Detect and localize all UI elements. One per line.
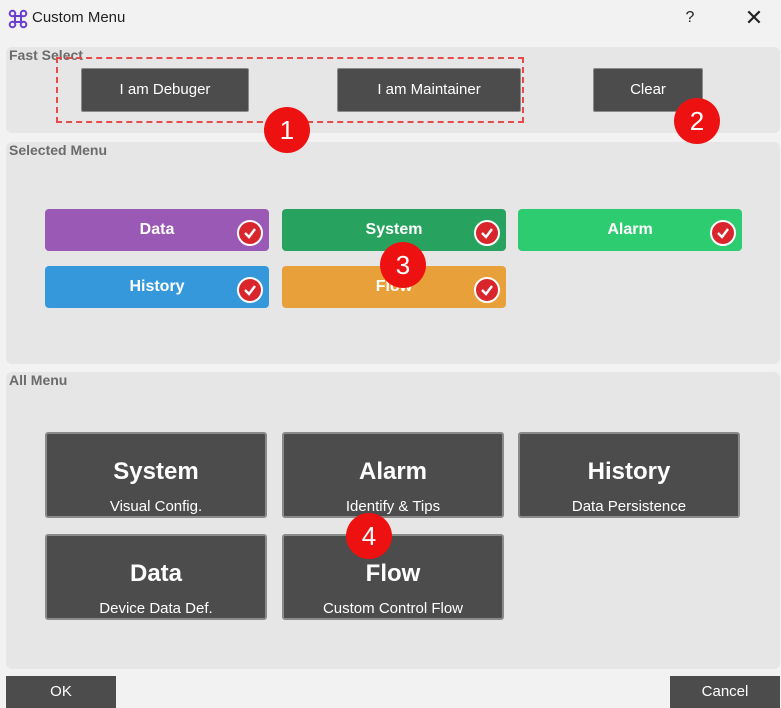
menu-tile-history[interactable]: History Data Persistence [518, 432, 740, 518]
tile-title: Flow [365, 560, 421, 587]
selected-item-data[interactable]: Data [45, 209, 269, 251]
all-menu-title: All Menu [9, 372, 68, 388]
checkmark-icon[interactable] [237, 220, 263, 246]
tile-title: History [587, 458, 671, 485]
selected-item-label: Data [139, 221, 175, 238]
command-icon [8, 9, 28, 29]
title-bar: Custom Menu ? ✕ [0, 0, 781, 36]
tile-subtitle: Data Persistence [571, 498, 687, 515]
selected-item-label: History [129, 278, 185, 295]
annotation-badge-2: 2 [674, 98, 720, 144]
window-title: Custom Menu [32, 9, 126, 26]
maintainer-button[interactable]: I am Maintainer [337, 68, 521, 112]
annotation-badge-1: 1 [264, 107, 310, 153]
menu-tile-alarm[interactable]: Alarm Identify & Tips [282, 432, 504, 518]
tile-subtitle: Visual Config. [109, 498, 203, 515]
ok-button[interactable]: OK [6, 676, 116, 708]
tile-subtitle: Identify & Tips [345, 498, 441, 515]
all-menu-panel: All Menu System Visual Config. Alarm Ide… [6, 372, 780, 669]
tile-subtitle: Custom Control Flow [322, 600, 464, 617]
fast-select-panel: Fast Select I am Debuger I am Maintainer… [6, 47, 780, 133]
help-button[interactable]: ? [680, 6, 700, 30]
checkmark-icon[interactable] [474, 277, 500, 303]
selected-item-history[interactable]: History [45, 266, 269, 308]
checkmark-icon[interactable] [237, 277, 263, 303]
menu-tile-data[interactable]: Data Device Data Def. [45, 534, 267, 620]
selected-menu-title: Selected Menu [9, 142, 108, 158]
tile-title: Alarm [358, 458, 428, 485]
tile-subtitle: Device Data Def. [99, 600, 213, 617]
tile-title: System [113, 458, 199, 485]
cancel-button[interactable]: Cancel [670, 676, 780, 708]
selected-item-label: Alarm [607, 221, 653, 238]
annotation-badge-4: 4 [346, 513, 392, 559]
annotation-badge-3: 3 [380, 242, 426, 288]
debuger-button[interactable]: I am Debuger [81, 68, 249, 112]
checkmark-icon[interactable] [710, 220, 736, 246]
menu-tile-flow[interactable]: Flow Custom Control Flow [282, 534, 504, 620]
checkmark-icon[interactable] [474, 220, 500, 246]
menu-tile-system[interactable]: System Visual Config. [45, 432, 267, 518]
tile-title: Data [129, 560, 183, 587]
selected-item-alarm[interactable]: Alarm [518, 209, 742, 251]
close-button[interactable]: ✕ [738, 4, 770, 32]
